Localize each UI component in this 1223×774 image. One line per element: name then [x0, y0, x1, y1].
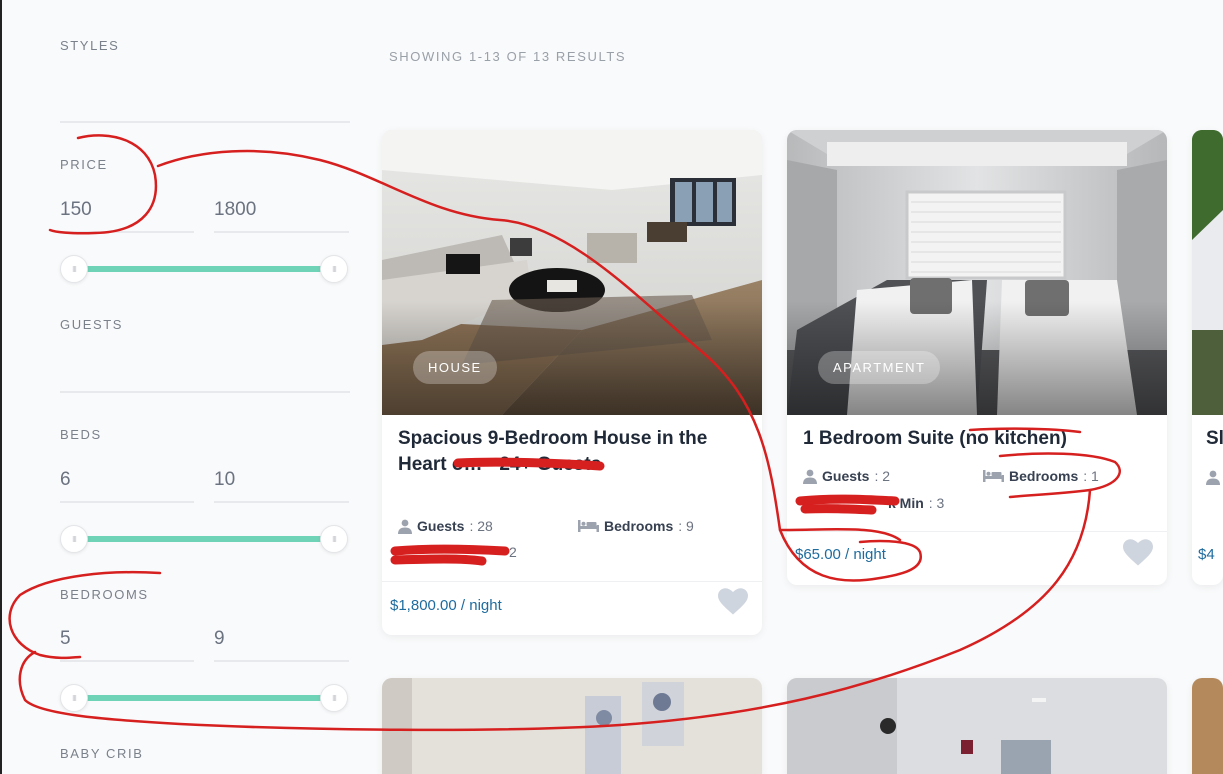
- filters-sidebar: STYLES PRICE 150 1800 III III GUESTS BED…: [0, 0, 360, 774]
- guests-info: Guests: 28: [398, 518, 493, 534]
- listing-title[interactable]: 1 Bedroom Suite (no kitchen): [803, 426, 1148, 452]
- styles-label: STYLES: [60, 38, 120, 53]
- partial-title: Sl: [1206, 428, 1223, 449]
- beds-slider-min-handle[interactable]: III: [60, 525, 88, 553]
- bedrooms-value: : 1: [1083, 468, 1099, 484]
- property-type-badge: APARTMENT: [818, 351, 941, 384]
- bedrooms-label: Bedrooms: [1009, 468, 1079, 484]
- listing-photo[interactable]: HOUSE: [382, 130, 762, 415]
- price-slider-max-handle[interactable]: III: [320, 255, 348, 283]
- guests-value: : 2: [874, 468, 891, 484]
- guests-value: : 28: [469, 518, 493, 534]
- card-divider: [787, 531, 1167, 532]
- extra-info: 2: [392, 544, 517, 560]
- price-label: PRICE: [60, 157, 108, 172]
- bedrooms-range-slider[interactable]: III III: [60, 683, 348, 713]
- bedrooms-info: Bedrooms: 9: [578, 518, 694, 534]
- listing-price: $1,800.00 / night: [390, 597, 502, 614]
- room-photo-3: [787, 678, 1167, 774]
- bedrooms-min-field[interactable]: 5: [60, 622, 194, 662]
- listing-card-row2-2[interactable]: [787, 678, 1167, 774]
- listing-card-row2-1[interactable]: [382, 678, 762, 774]
- guests-label: Guests: [417, 518, 465, 534]
- bed-icon: [983, 470, 1004, 482]
- bedrooms-slider-min-handle[interactable]: III: [60, 684, 88, 712]
- bedrooms-slider-track: [72, 695, 336, 701]
- guests-info: Guests: 2: [803, 468, 890, 484]
- price-max-field[interactable]: 1800: [214, 193, 349, 233]
- listing-card-row2-3[interactable]: [1192, 678, 1223, 774]
- beds-min-field[interactable]: 6: [60, 463, 194, 503]
- person-icon: [803, 469, 817, 484]
- bedroom-photo-2: [382, 678, 762, 774]
- property-type-badge: HOUSE: [413, 351, 497, 384]
- price-slider-track: [72, 266, 336, 272]
- listing-card-partial[interactable]: Sl $4: [1192, 130, 1223, 585]
- bedrooms-slider-max-handle[interactable]: III: [320, 684, 348, 712]
- min-stay-label: k Min: [888, 495, 924, 511]
- min-stay-value: : 3: [928, 495, 945, 511]
- extra-value: 2: [509, 544, 517, 560]
- house-exterior-photo: [1192, 130, 1223, 415]
- bedrooms-value: : 9: [678, 518, 694, 534]
- styles-divider: [60, 121, 350, 123]
- listing-title[interactable]: Spacious 9-Bedroom House in the Heart o……: [398, 426, 743, 478]
- person-icon: [398, 519, 412, 534]
- beds-label: BEDS: [60, 427, 102, 442]
- beds-slider-max-handle[interactable]: III: [320, 525, 348, 553]
- heart-icon: [718, 588, 748, 615]
- bedrooms-max-field[interactable]: 9: [214, 622, 349, 662]
- price-range-slider[interactable]: III III: [60, 254, 348, 284]
- baby-crib-label: BABY CRIB: [60, 746, 144, 761]
- room-photo-4: [1192, 678, 1223, 774]
- bedrooms-label: Bedrooms: [604, 518, 674, 534]
- listing-price: $65.00 / night: [795, 546, 886, 563]
- person-icon: [1206, 470, 1220, 485]
- listing-photo[interactable]: APARTMENT: [787, 130, 1167, 415]
- results-count: SHOWING 1-13 OF 13 RESULTS: [389, 49, 627, 64]
- listing-card-apartment[interactable]: APARTMENT 1 Bedroom Suite (no kitchen) G…: [787, 130, 1167, 585]
- listing-card-house[interactable]: HOUSE Spacious 9-Bedroom House in the He…: [382, 130, 762, 635]
- favorite-button[interactable]: [1123, 539, 1153, 567]
- beds-range-slider[interactable]: III III: [60, 524, 348, 554]
- min-stay-info: k Min: 3: [799, 495, 944, 511]
- heart-icon: [1123, 539, 1153, 566]
- partial-price: $4: [1198, 546, 1215, 563]
- favorite-button[interactable]: [718, 588, 748, 616]
- price-min-field[interactable]: 150: [60, 193, 194, 233]
- beds-slider-track: [72, 536, 336, 542]
- bedrooms-label: BEDROOMS: [60, 587, 149, 602]
- guests-divider: [60, 391, 350, 393]
- beds-max-field[interactable]: 10: [214, 463, 349, 503]
- guests-label: Guests: [822, 468, 870, 484]
- card-divider: [382, 581, 762, 582]
- price-slider-min-handle[interactable]: III: [60, 255, 88, 283]
- bedrooms-info: Bedrooms: 1: [983, 468, 1099, 484]
- guests-label: GUESTS: [60, 317, 124, 332]
- bed-icon: [578, 520, 599, 532]
